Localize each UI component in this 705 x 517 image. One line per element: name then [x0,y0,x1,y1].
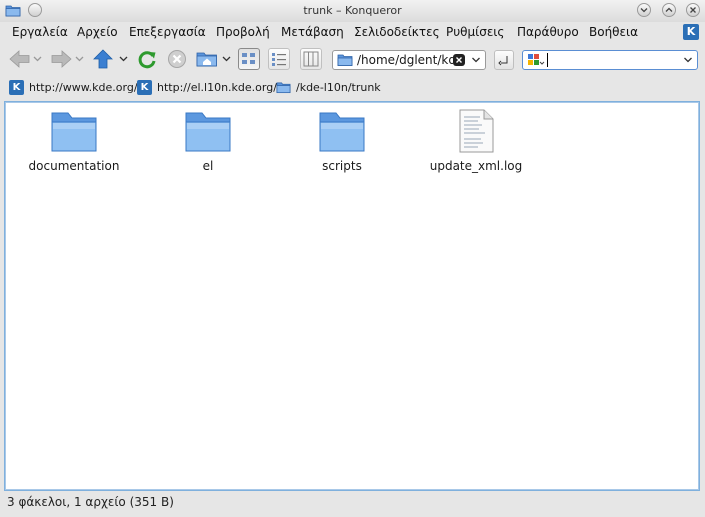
reload-button[interactable] [136,48,158,70]
bookmark-label: /kde-l10n/trunk [296,81,381,94]
file-view[interactable]: documentation el scripts update_xml.log [4,101,700,491]
minimize-button[interactable] [637,3,651,17]
close-button[interactable] [686,3,700,17]
details-view-icon [272,53,286,66]
kde-logo-icon: K [683,24,699,40]
folder-icon [276,82,291,94]
chevron-down-icon [640,8,648,13]
stop-button[interactable] [166,48,188,70]
text-cursor [547,53,548,67]
location-input[interactable]: /home/dglent/kde [357,53,453,67]
folder-icon [185,112,231,152]
file-name: documentation [28,159,120,173]
close-icon [690,7,696,13]
chevron-down-icon[interactable] [471,55,481,65]
column-view-button[interactable] [300,48,322,70]
reload-icon [138,51,156,69]
menu-tools[interactable]: Εργαλεία [12,25,68,39]
kde-icon: K [9,80,24,95]
file-name: scripts [322,159,362,173]
file-item-folder[interactable]: scripts [292,109,392,179]
file-item-folder[interactable]: documentation [24,109,124,179]
home-folder-icon [196,52,231,67]
menu-window[interactable]: Παράθυρο [517,25,579,39]
stop-icon [168,50,186,68]
file-name: el [202,159,214,173]
kde-icon: K [137,80,152,95]
file-name: update_xml.log [429,159,523,173]
vertical-scrollbar[interactable] [684,103,698,489]
forward-button[interactable] [50,48,86,70]
bookmarks-toolbar: K http://www.kde.org/ K http://el.l10n.k… [0,76,705,98]
arrow-up-icon [93,49,128,69]
menu-edit[interactable]: Επεξεργασία [129,25,206,39]
maximize-button[interactable] [662,3,676,17]
google-search-icon [528,54,545,65]
home-button[interactable] [196,48,234,70]
menu-settings[interactable]: Ρυθμίσεις [446,25,504,39]
clear-location-button[interactable] [453,54,465,66]
folder-icon [51,112,97,152]
enter-icon [498,56,508,66]
search-combo[interactable] [522,50,698,70]
menu-go[interactable]: Μετάβαση [281,25,344,39]
folder-icon [337,54,353,66]
title-bar[interactable]: trunk – Konqueror [0,0,705,22]
arrow-right-icon [51,50,84,68]
arrow-left-icon [9,50,42,68]
go-button[interactable] [494,50,514,70]
chevron-down-icon[interactable] [683,55,693,65]
folder-icon [319,112,365,152]
text-file-icon [459,109,494,153]
menu-help[interactable]: Βοήθεια [589,25,638,39]
bookmark-label: http://el.l10n.kde.org/ [157,81,277,94]
back-button[interactable] [8,48,44,70]
file-item-text[interactable]: update_xml.log [426,109,526,179]
clear-icon [456,57,462,63]
bookmark-label: http://www.kde.org/ [29,81,138,94]
details-view-button[interactable] [268,48,290,70]
chevron-up-icon [665,7,673,12]
up-button[interactable] [93,48,131,70]
file-item-folder[interactable]: el [158,109,258,179]
window-title: trunk – Konqueror [303,4,402,17]
menu-bar: Εργαλεία Αρχείο Επεξεργασία Προβολή Μετά… [0,22,705,44]
icon-view-button[interactable] [238,48,260,70]
icon-view-icon [242,53,255,64]
menu-bookmarks[interactable]: Σελιδοδείκτες [354,25,440,39]
menu-file[interactable]: Αρχείο [77,25,118,39]
column-view-icon [303,51,319,67]
menu-view[interactable]: Προβολή [216,25,270,39]
location-combo[interactable]: /home/dglent/kde [332,50,486,70]
status-bar: 3 φάκελοι, 1 αρχείο (351 B) [7,495,174,509]
